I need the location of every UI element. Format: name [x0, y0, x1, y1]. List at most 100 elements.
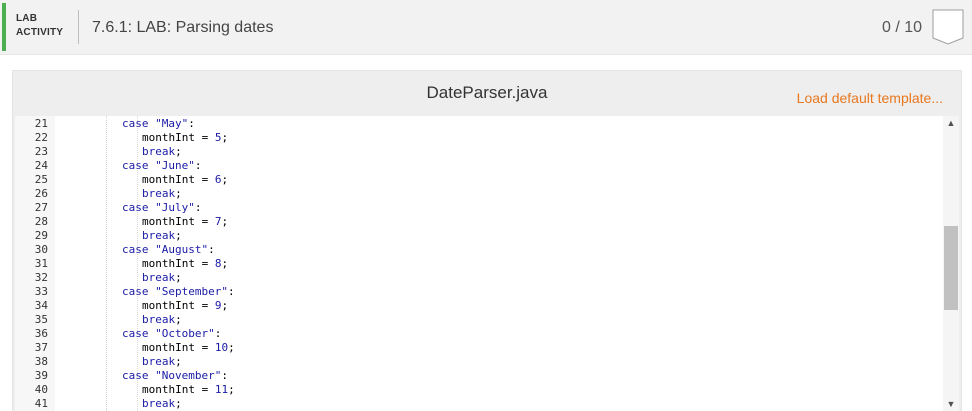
- code-text: break;: [142, 271, 182, 285]
- code-editor[interactable]: 21 case "May": 22 monthInt = 5; 23 break; 24 ca…: [15, 116, 959, 411]
- code-line: 36 case "October":: [15, 327, 945, 341]
- code-keyword: case: [122, 285, 149, 298]
- code-panel: DateParser.java Load default template...…: [12, 70, 962, 411]
- line-number: 32: [34, 271, 48, 284]
- code-number: 10: [214, 341, 229, 354]
- code-string: "October": [155, 327, 215, 340]
- code-text: monthInt = 8;: [142, 257, 228, 271]
- code-string: "August": [155, 243, 209, 256]
- line-number: 34: [34, 299, 48, 312]
- code-text: case "June":: [122, 159, 202, 173]
- code-keyword: case: [122, 243, 149, 256]
- code-number: 11: [214, 383, 229, 396]
- code-punctuation: :: [221, 369, 228, 382]
- editor-scrollbar[interactable]: ▲ ▼: [943, 116, 959, 411]
- lab-activity-tag: LAB ACTIVITY: [16, 12, 63, 40]
- code-string: "November": [155, 369, 222, 382]
- code-line: 30 case "August":: [15, 243, 945, 257]
- load-default-template-link[interactable]: Load default template...: [797, 90, 943, 106]
- code-identifier: monthInt: [142, 215, 195, 228]
- code-line: 34 monthInt = 9;: [15, 299, 945, 313]
- code-text: monthInt = 6;: [142, 173, 228, 187]
- code-punctuation: ;: [221, 215, 229, 228]
- code-operator: =: [194, 383, 215, 396]
- line-number: 35: [34, 313, 48, 326]
- code-line: 25 monthInt = 6;: [15, 173, 945, 187]
- line-number: 23: [34, 145, 48, 158]
- code-line: 28 monthInt = 7;: [15, 215, 945, 229]
- code-punctuation: ;: [175, 313, 182, 326]
- code-text: case "November":: [122, 369, 228, 383]
- code-punctuation: ;: [221, 257, 229, 270]
- code-text: monthInt = 5;: [142, 131, 228, 145]
- code-text: case "September":: [122, 285, 235, 299]
- code-identifier: monthInt: [142, 131, 195, 144]
- code-line: 23 break;: [15, 145, 945, 159]
- line-number: 37: [34, 341, 48, 354]
- code-keyword: break: [142, 397, 176, 410]
- header-divider: [78, 10, 79, 44]
- code-line: 37 monthInt = 10;: [15, 341, 945, 355]
- code-punctuation: ;: [175, 397, 182, 410]
- line-number: 29: [34, 229, 48, 242]
- code-line: 38 break;: [15, 355, 945, 369]
- code-identifier: monthInt: [142, 173, 195, 186]
- lab-tag-line2: ACTIVITY: [16, 27, 64, 38]
- scrollbar-thumb[interactable]: [944, 226, 958, 310]
- code-operator: =: [194, 173, 215, 186]
- code-text: monthInt = 9;: [142, 299, 228, 313]
- code-punctuation: ;: [221, 173, 229, 186]
- line-number: 39: [34, 369, 48, 382]
- code-punctuation: ;: [228, 341, 235, 354]
- code-text: break;: [142, 397, 182, 411]
- code-line: 26 break;: [15, 187, 945, 201]
- line-number: 21: [34, 117, 48, 130]
- code-line: 24 case "June":: [15, 159, 945, 173]
- code-line: 39 case "November":: [15, 369, 945, 383]
- code-keyword: case: [122, 327, 149, 340]
- score-display: 0 / 10: [881, 19, 922, 36]
- lab-title: 7.6.1: LAB: Parsing dates: [92, 19, 274, 36]
- line-number: 24: [34, 159, 48, 172]
- code-punctuation: :: [194, 201, 202, 214]
- code-text: monthInt = 10;: [142, 341, 235, 355]
- lab-tag-line1: LAB: [16, 13, 38, 24]
- code-punctuation: :: [208, 243, 215, 256]
- code-keyword: break: [142, 229, 176, 242]
- line-number: 30: [34, 243, 48, 256]
- code-text: case "May":: [122, 117, 195, 131]
- line-number: 36: [34, 327, 48, 340]
- line-number: 40: [34, 383, 48, 396]
- code-line: 21 case "May":: [15, 117, 945, 131]
- line-number: 41: [34, 397, 48, 410]
- line-number: 27: [34, 201, 48, 214]
- line-number: 26: [34, 187, 48, 200]
- code-keyword: break: [142, 187, 176, 200]
- code-keyword: case: [122, 369, 149, 382]
- code-text: monthInt = 7;: [142, 215, 228, 229]
- code-operator: =: [194, 341, 215, 354]
- scroll-down-arrow-icon[interactable]: ▼: [943, 397, 959, 411]
- code-line: 35 break;: [15, 313, 945, 327]
- completion-flag-icon: [932, 9, 964, 45]
- code-punctuation: :: [227, 285, 235, 298]
- code-string: "May": [155, 117, 189, 130]
- code-operator: =: [194, 131, 215, 144]
- code-punctuation: ;: [221, 131, 229, 144]
- code-text: break;: [142, 229, 182, 243]
- code-operator: =: [194, 215, 215, 228]
- code-identifier: monthInt: [142, 341, 195, 354]
- code-string: "September": [155, 285, 228, 298]
- line-number: 33: [34, 285, 48, 298]
- code-string: "July": [155, 201, 195, 214]
- code-identifier: monthInt: [142, 257, 195, 270]
- code-punctuation: ;: [175, 229, 182, 242]
- scroll-up-arrow-icon[interactable]: ▲: [943, 116, 959, 130]
- code-operator: =: [194, 299, 215, 312]
- code-keyword: break: [142, 355, 176, 368]
- code-line: 22 monthInt = 5;: [15, 131, 945, 145]
- code-keyword: break: [142, 271, 176, 284]
- code-keyword: case: [122, 159, 149, 172]
- code-line: 41 break;: [15, 397, 945, 411]
- code-text: break;: [142, 145, 182, 159]
